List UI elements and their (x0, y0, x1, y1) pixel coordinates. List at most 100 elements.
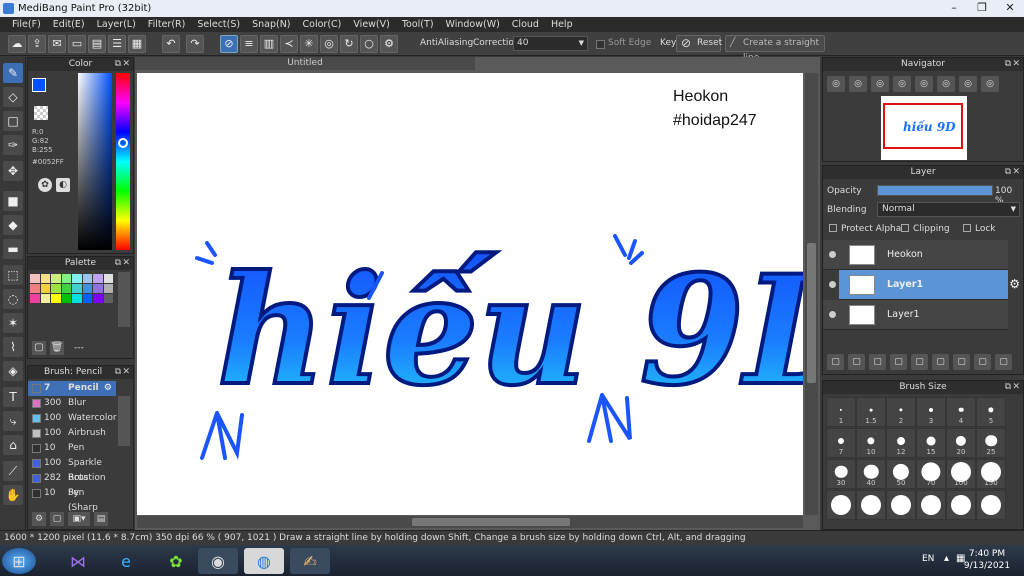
trash-icon[interactable]: 🗑 (50, 341, 64, 355)
brush-size-cell[interactable]: 4 (946, 397, 976, 427)
folder-icon[interactable]: ▢ (911, 354, 928, 370)
eyedropper-icon[interactable]: ⌂ (3, 435, 23, 455)
zoom-out-icon[interactable]: ◎ (827, 76, 845, 92)
dot-tool-icon[interactable]: □ (3, 111, 23, 131)
brush-size-cell[interactable]: 15 (916, 428, 946, 458)
undock-icon[interactable]: ⧉ (1005, 58, 1011, 71)
palette-swatch[interactable] (72, 274, 82, 283)
brush-size-cell[interactable]: 150 (976, 459, 1006, 489)
correction-select[interactable]: 40 ▼ (513, 36, 588, 51)
close-icon[interactable]: ✕ (1012, 58, 1020, 71)
palette-swatch[interactable] (72, 294, 82, 303)
duplicate-layer-icon[interactable]: ▢ (932, 354, 949, 370)
vertical-scrollbar[interactable] (805, 73, 818, 515)
rotate-left-icon[interactable]: ◎ (915, 76, 933, 92)
menu-item[interactable]: View(V) (347, 17, 395, 32)
concentric-snap-icon[interactable]: ◎ (320, 35, 338, 53)
palette-swatch[interactable] (51, 294, 61, 303)
palette-swatch[interactable] (40, 274, 50, 283)
add-color-icon[interactable]: ▢ (32, 341, 46, 355)
layer-properties-icon[interactable]: ▢ (974, 354, 991, 370)
blending-select[interactable]: Normal ▼ (877, 202, 1020, 217)
horizontal-scrollbar[interactable] (137, 516, 803, 528)
chrome-icon[interactable]: ◉ (198, 548, 238, 574)
brush-size-cell[interactable]: 12 (886, 428, 916, 458)
brush-item[interactable]: 100 Airbrush (28, 426, 116, 441)
visual-studio-icon[interactable]: ⋈ (58, 548, 98, 574)
undo-icon[interactable]: ↶ (162, 35, 180, 53)
vanishing-snap-icon[interactable]: ≺ (280, 35, 298, 53)
palette-swatch[interactable] (103, 284, 113, 293)
select-pen-icon[interactable]: ✑ (3, 135, 23, 155)
new-layer-icon[interactable]: ▢ (827, 354, 844, 370)
close-icon[interactable]: ✕ (122, 257, 130, 270)
palette-swatch[interactable] (30, 294, 40, 303)
menu-item[interactable]: Window(W) (440, 17, 506, 32)
brush-size-cell[interactable]: 70 (916, 459, 946, 489)
eraser-tool-icon[interactable]: ◇ (3, 87, 23, 107)
rect-select-icon[interactable]: ⬚ (3, 265, 23, 285)
palette-swatch[interactable] (103, 274, 113, 283)
lock-checkbox[interactable] (963, 224, 971, 232)
palette-swatch[interactable] (30, 274, 40, 283)
brush-item[interactable]: 100 Watercolor (28, 411, 117, 426)
palette-swatch[interactable] (93, 284, 103, 293)
straight-line-button[interactable]: ╱ Create a straight line (725, 35, 825, 63)
brush-tool-icon[interactable]: ✎ (3, 63, 23, 83)
undock-icon[interactable]: ⧉ (1005, 381, 1011, 394)
brush-item[interactable]: 300 Blur (28, 396, 116, 411)
palette-swatch[interactable] (82, 294, 92, 303)
brush-item[interactable]: 10 Pen (28, 441, 116, 456)
text-tool-icon[interactable]: T (3, 387, 23, 407)
medibang-taskbar-icon[interactable]: ◍ (244, 548, 284, 574)
soft-edge-checkbox[interactable] (596, 40, 605, 49)
gradient-tool-icon[interactable]: ▬ (3, 239, 23, 259)
flip-icon[interactable]: ◎ (981, 76, 999, 92)
merge-layer-icon[interactable]: ▢ (953, 354, 970, 370)
color-wheel-icon[interactable]: ✿ (38, 178, 52, 192)
undock-icon[interactable]: ⧉ (115, 58, 121, 71)
document-icon[interactable]: ▤ (88, 35, 106, 53)
clock[interactable]: 7:40 PM 9/13/2021 (962, 548, 1012, 572)
zoom-in-icon[interactable]: ◎ (849, 76, 867, 92)
canvas-tab[interactable]: Untitled (135, 57, 475, 70)
brush-size-cell[interactable] (856, 490, 886, 520)
close-icon[interactable]: ✕ (1012, 381, 1020, 394)
brush-size-cell[interactable]: 3 (916, 397, 946, 427)
bucket-tool-icon[interactable]: ◆ (3, 215, 23, 235)
drawing-canvas[interactable]: Heokon #hoidap247 hiếu 9D (137, 73, 803, 515)
curve-snap-icon[interactable]: ↻ (340, 35, 358, 53)
new-brush-icon[interactable]: ▢ (50, 512, 64, 526)
saturation-value-picker[interactable] (78, 73, 112, 250)
close-icon[interactable]: ✕ (122, 366, 130, 379)
horizontal-scroll-thumb[interactable] (412, 518, 570, 526)
share-icon[interactable]: ⇪ (28, 35, 46, 53)
palette-swatch[interactable] (103, 294, 113, 303)
hidden-icons-icon[interactable]: ▴ (944, 553, 949, 564)
palette-swatch[interactable] (61, 274, 71, 283)
menu-item[interactable]: Layer(L) (91, 17, 142, 32)
brush-size-cell[interactable] (946, 490, 976, 520)
fullscreen-icon[interactable]: ◎ (937, 76, 955, 92)
close-icon[interactable]: ✕ (122, 58, 130, 71)
cross-snap-icon[interactable]: ▥ (260, 35, 278, 53)
brush-size-cell[interactable]: 50 (886, 459, 916, 489)
close-button[interactable]: ✕ (996, 0, 1024, 17)
add-layer-menu-icon[interactable]: ▢ (890, 354, 907, 370)
brush-scrollbar[interactable] (118, 396, 130, 446)
rotate-right-icon[interactable]: ◎ (959, 76, 977, 92)
hue-slider[interactable] (116, 73, 130, 250)
comment-icon[interactable]: ✉ (48, 35, 66, 53)
rect-fill-icon[interactable]: ■ (3, 191, 23, 211)
brush-settings-gear-icon[interactable]: ⚙ (104, 381, 112, 396)
minimize-button[interactable]: – (940, 0, 968, 17)
brush-size-cell[interactable]: 1.5 (856, 397, 886, 427)
brush-size-cell[interactable]: 30 (826, 459, 856, 489)
divide-tool-icon[interactable]: ⟋ (3, 461, 23, 481)
operation-tool-icon[interactable]: ⤷ (3, 411, 23, 431)
menu-item[interactable]: Help (545, 17, 579, 32)
vertical-scroll-thumb[interactable] (807, 243, 816, 383)
circle-snap-icon[interactable]: ○ (360, 35, 378, 53)
visibility-icon[interactable] (829, 251, 836, 258)
coccoc-browser-icon[interactable]: ✿ (156, 548, 196, 574)
